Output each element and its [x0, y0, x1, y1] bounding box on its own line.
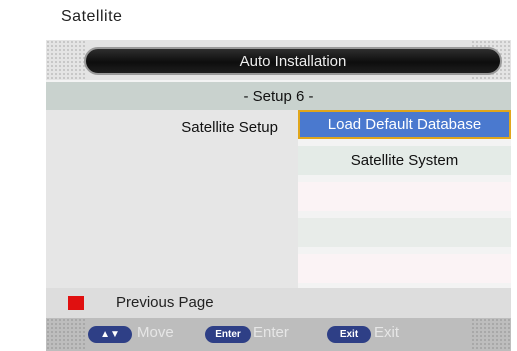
screen-title: Auto Installation [239, 52, 347, 70]
move-hint: Move [137, 324, 174, 341]
exit-hint: Exit [374, 324, 400, 341]
option-empty [298, 254, 511, 283]
title-pill: Auto Installation [84, 47, 502, 75]
tv-screen: Auto Installation - Setup 6 - Satellite … [46, 40, 511, 351]
red-key-icon [68, 296, 84, 310]
dot-pattern-decoration [46, 40, 86, 80]
move-key-icon: ▲▼ [88, 326, 132, 343]
title-bar: Auto Installation [46, 40, 511, 80]
option-satellite-system[interactable]: Satellite System [298, 146, 511, 175]
satellite-setup-options: Load Default Database Satellite System [298, 110, 511, 288]
step-indicator: - Setup 6 - [46, 82, 511, 110]
satellite-setup-label: Satellite Setup [181, 119, 278, 136]
option-empty [298, 182, 511, 211]
dot-pattern-decoration [46, 318, 86, 351]
label-column: Satellite Setup [46, 110, 298, 288]
exit-key-icon: Exit [327, 326, 371, 343]
help-bar: ▲▼ Move Enter Enter Exit Exit [46, 318, 511, 351]
previous-page-row[interactable]: Previous Page [46, 288, 511, 318]
option-load-default-database[interactable]: Load Default Database [298, 110, 511, 139]
enter-hint: Enter [253, 324, 289, 341]
dot-pattern-decoration [471, 318, 511, 351]
page-caption: Satellite [61, 8, 123, 25]
option-empty [298, 218, 511, 247]
enter-key-icon: Enter [205, 326, 251, 343]
previous-page-label: Previous Page [116, 294, 214, 311]
